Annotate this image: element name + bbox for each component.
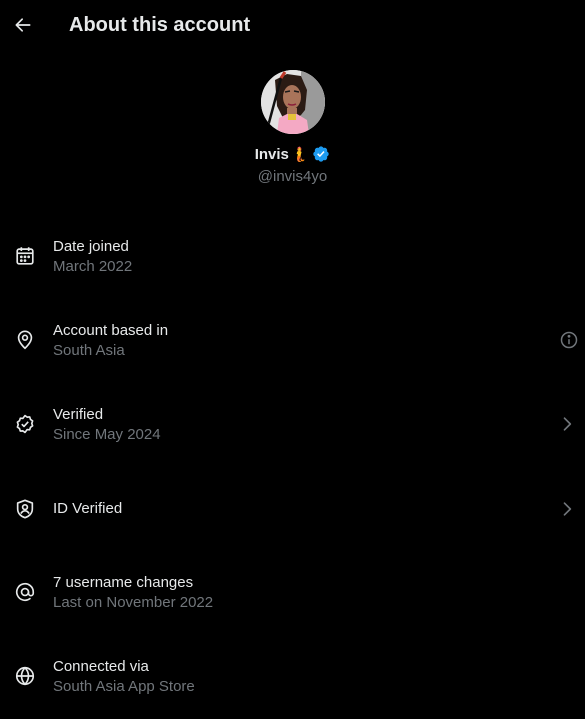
calendar-icon — [14, 245, 36, 267]
row-account-based-in: Account based in South Asia — [0, 299, 585, 383]
row-texts: ID Verified — [53, 499, 122, 519]
row-value: Last on November 2022 — [53, 594, 214, 611]
page-title: About this account — [69, 14, 251, 36]
row-texts: Connected via South Asia App Store — [53, 657, 195, 697]
row-id-verified[interactable]: ID Verified — [0, 467, 585, 551]
name-row: Invis 🧜 — [0, 144, 585, 164]
row-username-changes: 7 username changes Last on November 2022 — [0, 551, 585, 635]
row-value: South Asia App Store — [53, 678, 195, 695]
verified-check-icon — [14, 413, 36, 435]
row-texts: Account based in South Asia — [53, 321, 168, 361]
location-pin-icon — [14, 329, 36, 351]
row-label: Connected via — [53, 658, 149, 675]
display-name: Invis — [254, 145, 289, 163]
account-details-list: Date joined March 2022 Account based in … — [0, 215, 585, 719]
row-value: South Asia — [53, 342, 125, 359]
at-sign-icon — [14, 581, 36, 603]
row-label: Date joined — [53, 238, 129, 255]
row-label: Account based in — [53, 322, 169, 339]
verified-badge-icon — [313, 146, 329, 162]
row-label: Verified — [53, 406, 104, 423]
info-icon[interactable] — [559, 330, 579, 350]
globe-icon — [14, 665, 36, 687]
profile-summary: Invis 🧜 @invis4yo — [0, 70, 585, 185]
chevron-right-icon[interactable] — [557, 414, 577, 434]
avatar-illustration — [260, 70, 325, 134]
row-texts: 7 username changes Last on November 2022 — [53, 573, 213, 613]
row-value: Since May 2024 — [53, 426, 161, 443]
name-emoji: 🧜 — [290, 146, 309, 162]
arrow-left-icon — [15, 18, 31, 32]
back-button[interactable] — [6, 8, 40, 42]
row-texts: Date joined March 2022 — [53, 237, 132, 277]
row-connected-via: Connected via South Asia App Store — [0, 635, 585, 719]
avatar[interactable] — [260, 70, 325, 134]
shield-user-icon — [14, 498, 36, 520]
row-texts: Verified Since May 2024 — [53, 405, 161, 445]
header: About this account — [0, 0, 585, 52]
row-value: March 2022 — [53, 258, 133, 275]
row-date-joined: Date joined March 2022 — [0, 215, 585, 299]
handle: @invis4yo — [257, 168, 328, 185]
row-label: 7 username changes — [53, 574, 194, 591]
row-verified[interactable]: Verified Since May 2024 — [0, 383, 585, 467]
row-label: ID Verified — [53, 500, 123, 517]
chevron-right-icon[interactable] — [557, 499, 577, 519]
